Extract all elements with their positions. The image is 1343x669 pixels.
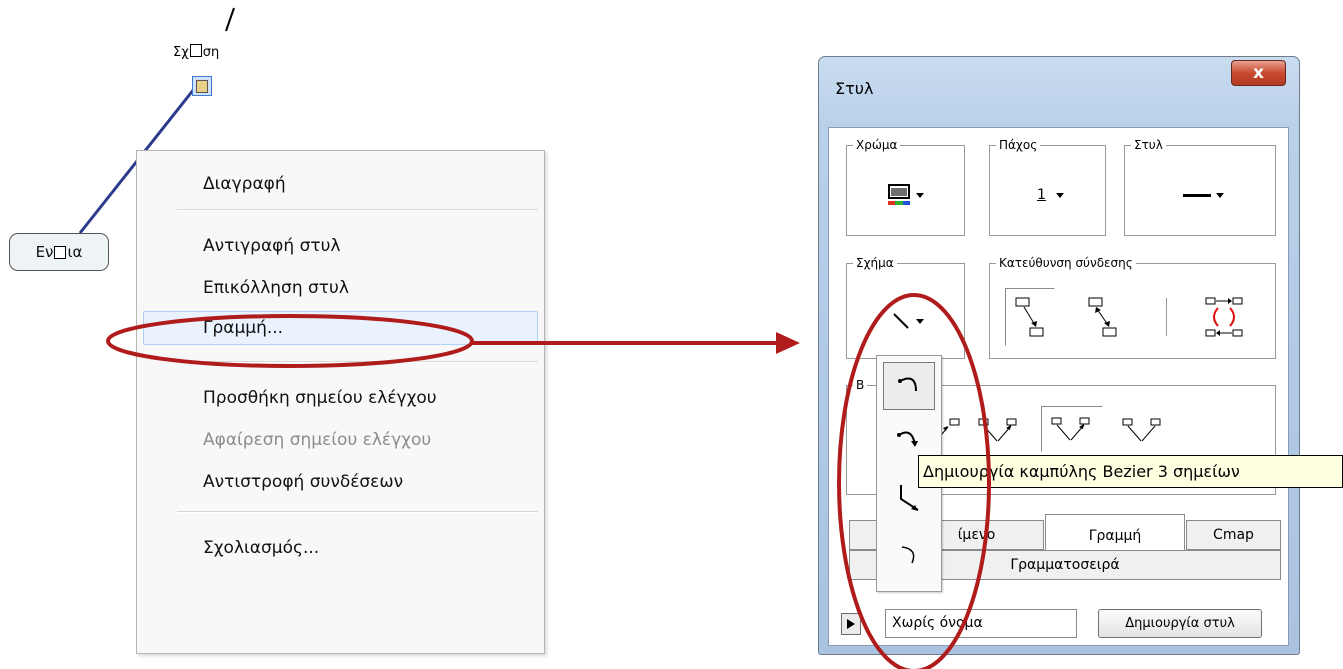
direction-group: Κατεύθυνση σύνδεσης bbox=[989, 255, 1276, 359]
link-label-text-start: Σχ bbox=[173, 45, 189, 60]
color-group: Χρώμα bbox=[846, 137, 965, 236]
tab-cmap-label: Cmap bbox=[1213, 527, 1254, 543]
arrow-forward-icon bbox=[1015, 297, 1044, 337]
color-group-label: Χρώμα bbox=[853, 137, 901, 153]
dialog-title: Στυλ bbox=[835, 79, 874, 98]
shape-picker[interactable] bbox=[877, 304, 937, 338]
bezier-3-icon bbox=[897, 431, 918, 447]
close-icon: x bbox=[1253, 63, 1264, 83]
tab-text-label: ίμενο bbox=[957, 527, 996, 543]
shape-option-arc[interactable] bbox=[883, 530, 935, 578]
tab-font-label: Γραμματοσειρά bbox=[1010, 557, 1120, 573]
arc-icon bbox=[901, 546, 915, 564]
direction-group-label: Κατεύθυνση σύνδεσης bbox=[996, 255, 1136, 271]
arrow-head-icon bbox=[776, 332, 800, 354]
menu-item-paste-style[interactable]: Επικόλληση στυλ bbox=[143, 271, 538, 305]
menu-item-remove-control-point[interactable]: Αφαίρεση σημείου ελέγχου bbox=[143, 423, 538, 457]
expand-button[interactable] bbox=[841, 613, 861, 635]
context-menu: Διαγραφή Αντιγραφή στυλ Επικόλληση στυλ … bbox=[136, 150, 545, 654]
link-label-text-end: ση bbox=[202, 45, 220, 60]
arrow-style-button[interactable] bbox=[975, 410, 1023, 450]
create-style-button[interactable]: Δημιουργία στυλ bbox=[1098, 609, 1262, 638]
menu-item-add-control-point[interactable]: Προσθήκη σημείου ελέγχου bbox=[143, 381, 538, 415]
chevron-down-icon bbox=[915, 192, 924, 198]
arrow-style-icon bbox=[1122, 418, 1161, 442]
arrow-both-icon bbox=[1088, 297, 1117, 337]
shape-option-curve[interactable] bbox=[883, 362, 935, 410]
menu-item-copy-style[interactable]: Αντιγραφή στυλ bbox=[143, 229, 538, 263]
solid-line-icon bbox=[1182, 193, 1211, 197]
unknown-glyph-box bbox=[189, 44, 202, 57]
reverse-arrows-icon bbox=[1205, 297, 1243, 337]
line-style-group-label: Στυλ bbox=[1131, 137, 1166, 153]
thickness-value: 1 bbox=[1037, 187, 1046, 203]
concept-text-start: Εν bbox=[35, 243, 54, 261]
curve-icon bbox=[898, 377, 917, 392]
arrow-style-button-selected[interactable] bbox=[1041, 406, 1103, 452]
direction-reverse-button[interactable] bbox=[1194, 288, 1254, 346]
link-label[interactable]: Σχ ση bbox=[173, 44, 219, 60]
menu-item-delete[interactable]: Διαγραφή bbox=[143, 167, 538, 201]
resource-icon[interactable] bbox=[192, 76, 212, 96]
menu-separator bbox=[177, 511, 538, 513]
thickness-picker[interactable]: 1 bbox=[1020, 178, 1076, 212]
shape-group-label: Σχήμα bbox=[853, 255, 897, 271]
line-style-picker[interactable] bbox=[1173, 178, 1233, 212]
chevron-down-icon bbox=[1055, 192, 1064, 198]
thickness-group: Πάχος 1 bbox=[989, 137, 1106, 236]
tab-line[interactable]: Γραμμή bbox=[1045, 514, 1185, 550]
thickness-group-label: Πάχος bbox=[996, 137, 1041, 153]
menu-item-line[interactable]: Γραμμή... bbox=[143, 311, 538, 345]
chevron-down-icon bbox=[915, 318, 924, 324]
straight-line-icon bbox=[892, 313, 909, 329]
menu-separator bbox=[177, 361, 538, 363]
tooltip: Δημιουργία καμπύλης Bezier 3 σημείων bbox=[918, 455, 1343, 488]
menu-item-annotate[interactable]: Σχολιασμός... bbox=[143, 531, 538, 565]
shape-group: Σχήμα bbox=[846, 255, 965, 359]
close-button[interactable]: x bbox=[1231, 60, 1286, 86]
arrows-group-label: Β bbox=[853, 377, 868, 393]
document-icon bbox=[196, 79, 208, 93]
arrow-style-icon bbox=[1051, 417, 1090, 441]
line-color-icon bbox=[887, 184, 910, 205]
concept-node[interactable]: Εν ια bbox=[9, 233, 109, 271]
line-style-group: Στυλ bbox=[1124, 137, 1276, 236]
unknown-glyph-box bbox=[54, 245, 67, 259]
divider bbox=[1166, 298, 1167, 336]
direction-forward-button[interactable] bbox=[1005, 288, 1055, 346]
direction-both-button[interactable] bbox=[1078, 288, 1128, 346]
concept-text-end: ια bbox=[67, 243, 83, 261]
menu-item-reverse-links[interactable]: Αντιστροφή συνδέσεων bbox=[143, 465, 538, 499]
play-icon bbox=[847, 619, 855, 629]
menu-separator bbox=[177, 209, 538, 211]
tab-line-label: Γραμμή bbox=[1088, 527, 1142, 544]
color-picker[interactable] bbox=[877, 178, 933, 212]
arrow-style-icon bbox=[978, 418, 1017, 442]
arrow-style-button[interactable] bbox=[1119, 410, 1167, 450]
chevron-down-icon bbox=[1215, 192, 1224, 198]
style-name-input[interactable]: Χωρίς όνομα bbox=[885, 609, 1077, 638]
tab-cmap[interactable]: Cmap bbox=[1186, 520, 1281, 550]
